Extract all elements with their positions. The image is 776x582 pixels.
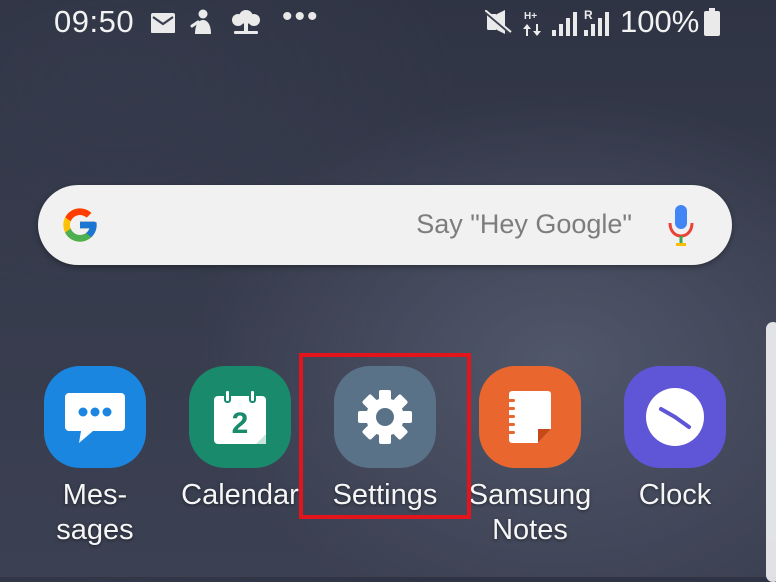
- notification-icon: [190, 9, 211, 34]
- battery-icon: [704, 8, 720, 36]
- network-type-label: H+: [524, 11, 538, 22]
- signal-icon-2: [584, 12, 609, 36]
- app-messages[interactable]: Mes- sages: [25, 366, 165, 548]
- more-icon: •••: [282, 0, 320, 33]
- google-search-bar[interactable]: Say "Hey Google": [38, 185, 732, 265]
- vibrate-icon: [485, 10, 512, 34]
- app-clock[interactable]: Clock: [605, 366, 745, 513]
- search-hint: Say "Hey Google": [416, 209, 632, 239]
- mail-icon: [151, 13, 175, 33]
- messages-icon: [44, 366, 146, 468]
- app-label: Mes- sages: [56, 479, 134, 546]
- tree-icon: [232, 10, 260, 34]
- edge-panel-handle[interactable]: [766, 322, 776, 582]
- app-label: Calendar: [181, 479, 299, 511]
- battery-percent: 100%: [620, 4, 700, 39]
- app-label: Samsung Notes: [468, 479, 592, 546]
- settings-highlight-box: [299, 353, 471, 519]
- mic-icon[interactable]: [668, 205, 694, 247]
- calendar-date-badge: 2: [232, 407, 249, 440]
- data-arrows-icon: [523, 24, 541, 36]
- app-label: Clock: [638, 479, 712, 511]
- notes-icon: [479, 366, 581, 468]
- google-g-icon: [63, 208, 97, 242]
- calendar-icon: 2: [189, 366, 291, 468]
- status-time: 09:50: [54, 4, 135, 39]
- status-bar: 09:50 ••• H+ R 100%: [0, 0, 776, 50]
- app-samsung-notes[interactable]: Samsung Notes: [460, 366, 600, 548]
- clock-icon: [624, 366, 726, 468]
- app-calendar[interactable]: 2 Calendar: [170, 366, 310, 513]
- signal-icon: [552, 12, 577, 36]
